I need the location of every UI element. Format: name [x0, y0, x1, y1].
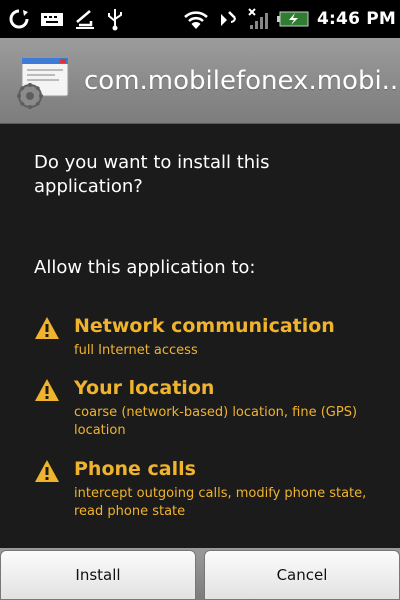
signal-icon [248, 8, 269, 29]
download-icon [76, 10, 94, 29]
warning-icon [35, 379, 59, 401]
app-package-name: com.mobilefonex.mobi... [84, 65, 400, 96]
install-question: Do you want to install this application? [34, 152, 270, 197]
sync-icon [9, 9, 29, 29]
cancel-button[interactable]: Cancel [204, 550, 400, 600]
permission-description: intercept outgoing calls, modify phone s… [74, 486, 367, 519]
button-bar: Install Cancel [0, 548, 400, 600]
permission-title: Your location [74, 377, 215, 399]
keyboard-icon [41, 13, 63, 26]
dialog-title-bar: com.mobilefonex.mobi... [0, 38, 400, 124]
install-screen: 4:46 PM com.mobilefonex.mobi... Do you w… [0, 0, 400, 600]
warning-icon [35, 317, 59, 339]
warning-icon [35, 460, 59, 482]
status-bar: 4:46 PM [0, 0, 400, 38]
scroll-fade [0, 528, 400, 548]
battery-icon [277, 11, 309, 27]
package-installer-icon [17, 57, 69, 109]
permission-description: coarse (network-based) location, fine (G… [74, 405, 358, 438]
install-button[interactable]: Install [0, 550, 196, 600]
allow-heading: Allow this application to: [34, 257, 256, 278]
permission-title: Network communication [74, 315, 335, 337]
permission-description: full Internet access [74, 343, 198, 358]
permission-title: Phone calls [74, 458, 196, 480]
permissions-scroll-area[interactable]: Do you want to install this application?… [0, 125, 400, 548]
clock: 4:46 PM [317, 9, 396, 29]
usb-icon [108, 9, 122, 31]
wifi-icon [184, 11, 208, 29]
gps-icon [221, 11, 237, 26]
